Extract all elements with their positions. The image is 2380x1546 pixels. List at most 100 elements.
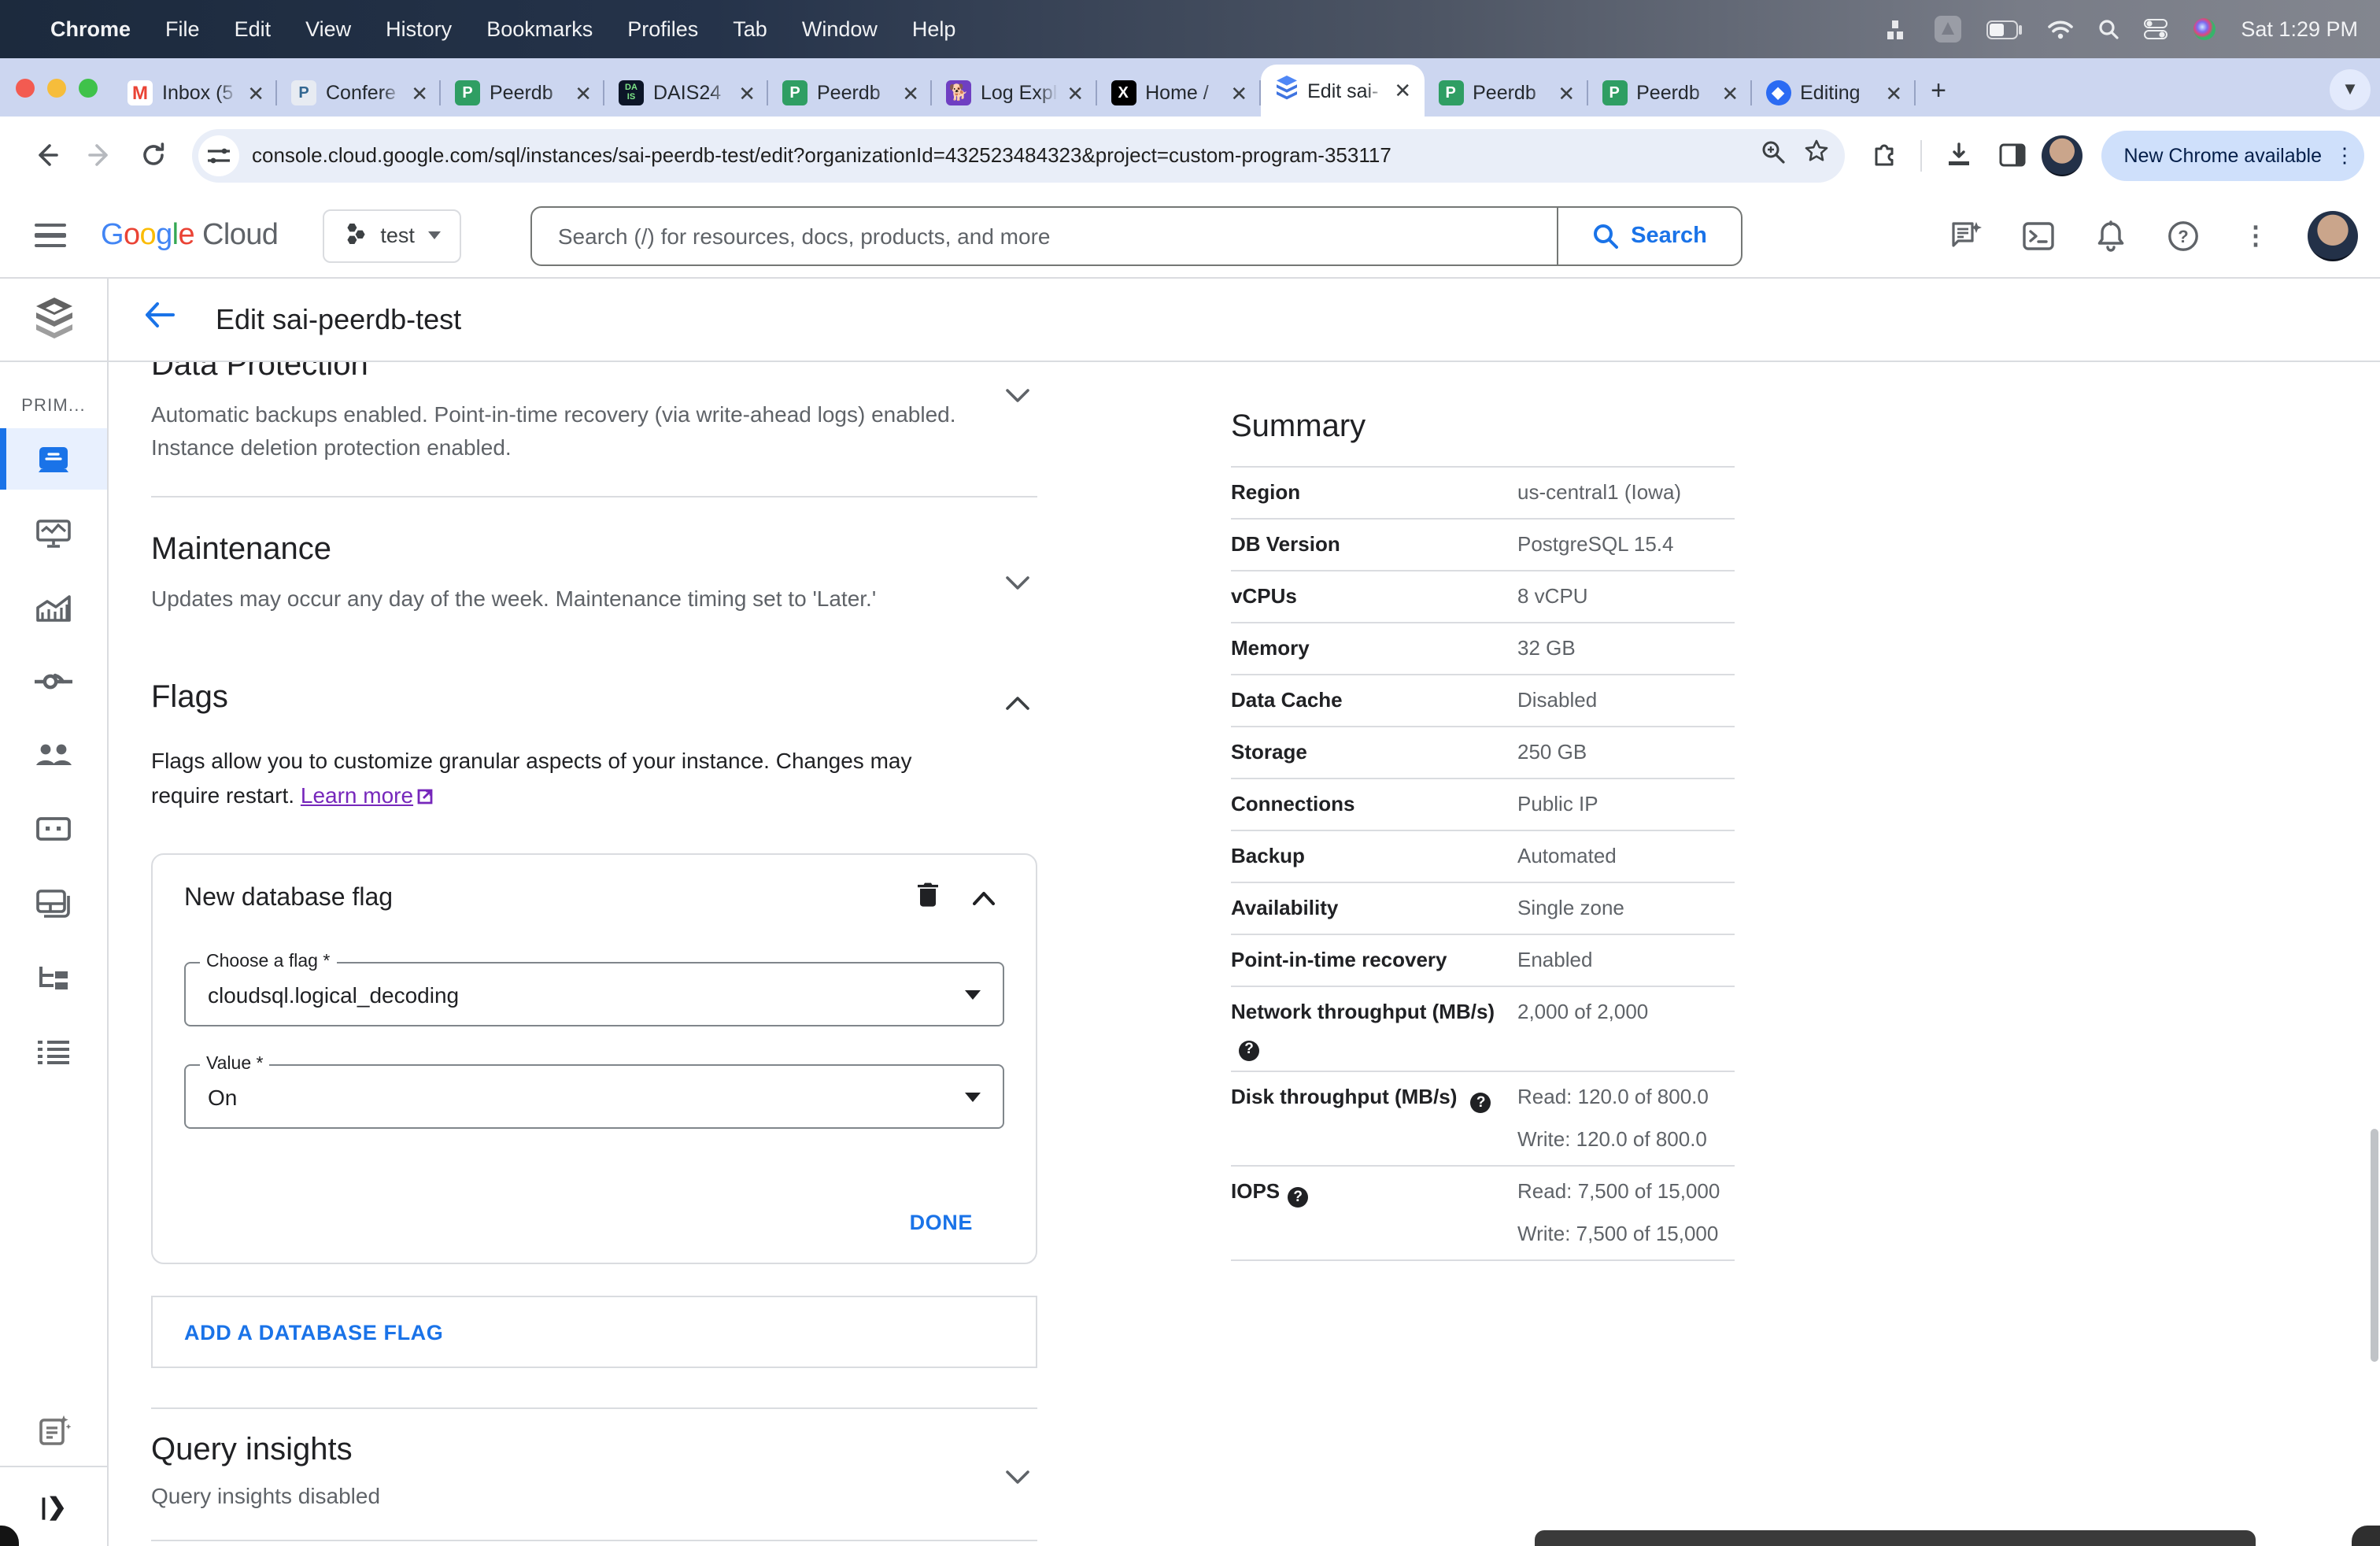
back-arrow-icon[interactable] <box>143 301 175 338</box>
menu-view[interactable]: View <box>305 17 351 41</box>
account-avatar[interactable] <box>2308 210 2358 261</box>
choose-flag-select[interactable]: Choose a flag * cloudsql.logical_decodin… <box>184 952 1004 1026</box>
sidebar-item-databases[interactable] <box>0 798 107 860</box>
close-icon[interactable]: ✕ <box>575 83 592 103</box>
back-icon[interactable] <box>22 131 69 179</box>
wifi-icon[interactable] <box>2047 20 2073 39</box>
expand-query-insights-chevron-icon[interactable] <box>1006 1464 1029 1492</box>
downloads-icon[interactable] <box>1935 131 1982 179</box>
sidebar-item-system-insights[interactable] <box>0 502 107 564</box>
done-button[interactable]: DONE <box>910 1211 973 1234</box>
close-window-button[interactable] <box>16 78 35 97</box>
menu-history[interactable]: History <box>386 17 452 41</box>
flag-card-title: New database flag <box>184 884 394 911</box>
help-icon[interactable]: ? <box>1239 1040 1259 1060</box>
app-menu-icon[interactable] <box>1934 16 1961 43</box>
tab-edit-sai-active[interactable]: Edit sai- ✕ <box>1260 65 1425 117</box>
menu-profiles[interactable]: Profiles <box>627 17 698 41</box>
menu-bookmarks[interactable]: Bookmarks <box>486 17 593 41</box>
forward-icon[interactable] <box>76 131 123 179</box>
tab-log-explorer[interactable]: 🐕 Log Expl ✕ <box>932 69 1097 117</box>
expand-data-protection-chevron-icon[interactable] <box>1006 383 1029 411</box>
tab-x-home[interactable]: X Home / ✕ <box>1096 69 1261 117</box>
battery-icon[interactable] <box>1986 20 2022 39</box>
close-icon[interactable]: ✕ <box>1230 83 1247 103</box>
sidebar-item-query-insights[interactable] <box>0 576 107 638</box>
help-icon[interactable]: ? <box>1470 1093 1491 1113</box>
chrome-update-button[interactable]: New Chrome available ⋮ <box>2101 130 2364 180</box>
learn-more-link[interactable]: Learn more <box>301 782 413 808</box>
more-options-icon[interactable]: ⋮ <box>2334 142 2355 168</box>
sidebar-item-connections[interactable] <box>0 650 107 712</box>
collapse-flag-card-chevron-icon[interactable] <box>973 884 995 912</box>
collapse-flags-chevron-icon[interactable] <box>1006 690 1029 718</box>
scrollbar-thumb[interactable] <box>2371 1129 2378 1362</box>
control-center-icon[interactable] <box>2143 19 2168 39</box>
gemini-assist-icon[interactable] <box>1936 205 1996 265</box>
close-icon[interactable]: ✕ <box>738 83 756 103</box>
menu-edit[interactable]: Edit <box>235 17 272 41</box>
extensions-icon[interactable] <box>1861 131 1908 179</box>
help-icon[interactable]: ? <box>1288 1187 1309 1208</box>
add-database-flag-button[interactable]: ADD A DATABASE FLAG <box>151 1296 1037 1368</box>
sidebar-item-users[interactable] <box>0 724 107 786</box>
menu-tab[interactable]: Tab <box>733 17 767 41</box>
browser-profile-avatar[interactable] <box>2042 135 2083 176</box>
search-input[interactable] <box>532 207 1558 264</box>
nav-menu-icon[interactable] <box>35 209 88 262</box>
tab-editing[interactable]: ◆ Editing ✕ <box>1751 69 1916 117</box>
close-icon[interactable]: ✕ <box>1558 83 1575 103</box>
project-selector[interactable]: test <box>322 209 462 262</box>
sidebar-item-overview[interactable] <box>0 428 107 490</box>
tab-search-chevron[interactable]: ▼ <box>2330 69 2371 110</box>
close-icon[interactable]: ✕ <box>247 83 264 103</box>
zoom-window-button[interactable] <box>79 78 98 97</box>
menu-file[interactable]: File <box>165 17 200 41</box>
url-text[interactable]: console.cloud.google.com/sql/instances/s… <box>252 143 1746 167</box>
cloud-search-bar[interactable]: Search <box>530 205 1743 265</box>
zoom-icon[interactable] <box>1761 139 1786 171</box>
expand-maintenance-chevron-icon[interactable] <box>1006 570 1029 598</box>
tab-dais24[interactable]: DA IS DAIS24 ✕ <box>604 69 768 117</box>
sidebar-item-operations[interactable] <box>0 1020 107 1082</box>
close-icon[interactable]: ✕ <box>902 83 919 103</box>
reload-icon[interactable] <box>129 131 176 179</box>
sidebar-item-replicas[interactable] <box>0 946 107 1008</box>
tab-conference[interactable]: P Confere ✕ <box>277 69 441 117</box>
delete-flag-trash-icon[interactable] <box>918 882 938 915</box>
overview-icon <box>39 446 68 472</box>
tab-peerdb-4[interactable]: P Peerdb ✕ <box>1587 69 1752 117</box>
new-tab-button[interactable]: + <box>1931 76 1946 107</box>
close-icon[interactable]: ✕ <box>1721 83 1739 103</box>
siri-icon[interactable] <box>2192 17 2216 41</box>
bookmark-star-icon[interactable] <box>1804 139 1829 172</box>
menu-window[interactable]: Window <box>802 17 878 41</box>
side-panel-icon[interactable] <box>1988 131 2035 179</box>
tab-peerdb-3[interactable]: P Peerdb ✕ <box>1424 69 1588 117</box>
close-icon[interactable]: ✕ <box>1394 80 1411 101</box>
flag-value-select[interactable]: Value * On <box>184 1055 1004 1129</box>
spotlight-search-icon[interactable] <box>2097 19 2119 39</box>
close-icon[interactable]: ✕ <box>1066 83 1084 103</box>
menu-clock[interactable]: Sat 1:29 PM <box>2241 17 2358 41</box>
stats-menu-icon[interactable] <box>1887 18 1909 40</box>
sidebar-item-release-notes[interactable] <box>0 1393 107 1466</box>
close-icon[interactable]: ✕ <box>1885 83 1902 103</box>
tab-peerdb-1[interactable]: P Peerdb ✕ <box>441 69 604 117</box>
google-cloud-logo[interactable]: Google Cloud <box>101 218 279 253</box>
sidebar-item-backups[interactable] <box>0 872 107 934</box>
tab-inbox[interactable]: M Inbox (5 ✕ <box>113 69 277 117</box>
minimize-window-button[interactable] <box>47 78 66 97</box>
tab-peerdb-2[interactable]: P Peerdb ✕ <box>768 69 932 117</box>
menu-chrome[interactable]: Chrome <box>50 17 131 41</box>
help-icon[interactable]: ? <box>2153 205 2213 265</box>
cloud-shell-icon[interactable] <box>2009 205 2068 265</box>
menu-help[interactable]: Help <box>912 17 956 41</box>
notifications-bell-icon[interactable] <box>2081 205 2141 265</box>
address-bar[interactable]: console.cloud.google.com/sql/instances/s… <box>192 128 1846 182</box>
search-button[interactable]: Search <box>1558 207 1742 264</box>
cloud-sql-product-icon[interactable] <box>0 279 109 361</box>
close-icon[interactable]: ✕ <box>411 83 428 103</box>
more-vert-icon[interactable]: ⋮ <box>2226 205 2286 265</box>
site-info-icon[interactable] <box>198 135 239 176</box>
